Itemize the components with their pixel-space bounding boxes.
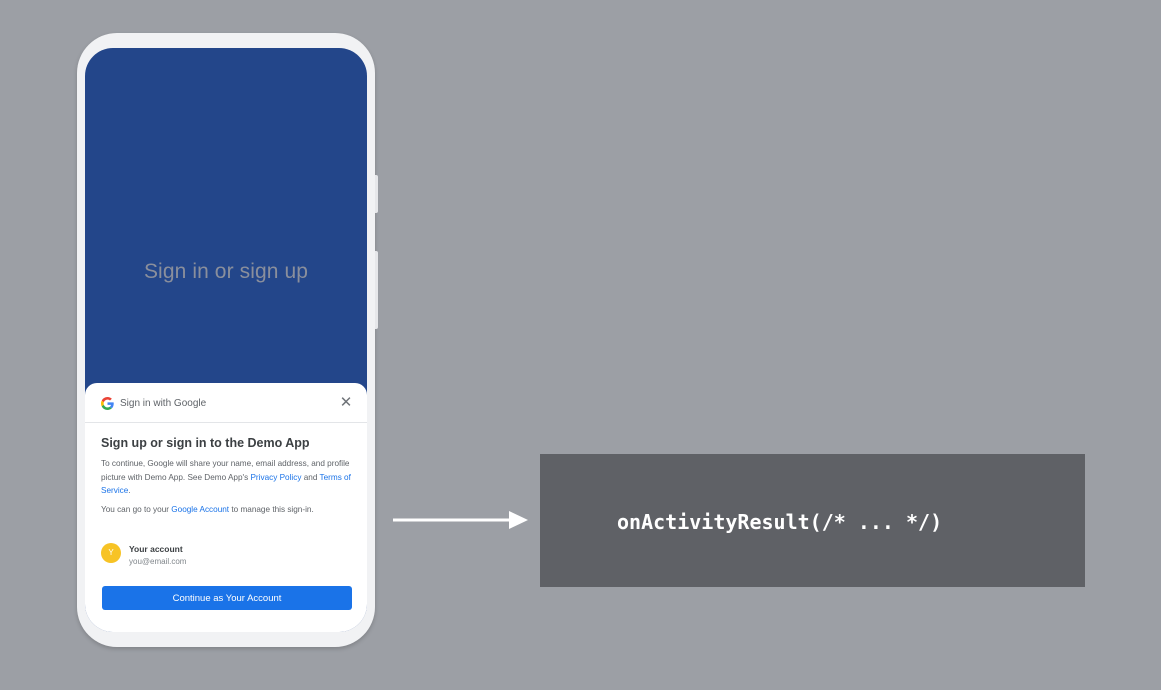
hero-title: Sign in or sign up: [143, 260, 309, 283]
privacy-policy-link[interactable]: Privacy Policy: [250, 473, 301, 482]
sheet-header: Sign in with Google ✕: [85, 383, 367, 423]
code-snippet: onActivityResult(/* ... */): [617, 510, 943, 534]
sheet-header-label: Sign in with Google: [120, 398, 207, 409]
avatar: Y: [101, 543, 121, 563]
phone-power-button: [375, 251, 378, 329]
manage-text-part: to manage this sign-in.: [229, 505, 314, 514]
phone-screen: Sign in or sign up Sign in with Google ✕…: [85, 48, 367, 632]
manage-text-part: You can go to your: [101, 505, 172, 514]
google-account-link[interactable]: Google Account: [171, 505, 229, 514]
code-panel: onActivityResult(/* ... */): [540, 454, 1085, 587]
google-sign-in-sheet: Sign in with Google ✕ Sign up or sign in…: [85, 383, 367, 632]
consent-text: To continue, Google will share your name…: [101, 457, 351, 498]
arrow-right-icon: [393, 511, 528, 529]
continue-button[interactable]: Continue as Your Account: [102, 586, 352, 610]
phone-frame: Sign in or sign up Sign in with Google ✕…: [77, 33, 378, 647]
phone-volume-button: [375, 175, 378, 213]
sheet-title: Sign up or sign in to the Demo App: [101, 436, 310, 450]
account-label: Your account: [129, 544, 183, 554]
google-g-icon: [101, 397, 114, 410]
consent-text-part: .: [128, 486, 131, 495]
consent-text-part: and: [301, 472, 320, 482]
manage-text: You can go to your Google Account to man…: [101, 503, 351, 517]
close-icon[interactable]: ✕: [339, 395, 353, 410]
account-email: you@email.com: [129, 557, 187, 566]
